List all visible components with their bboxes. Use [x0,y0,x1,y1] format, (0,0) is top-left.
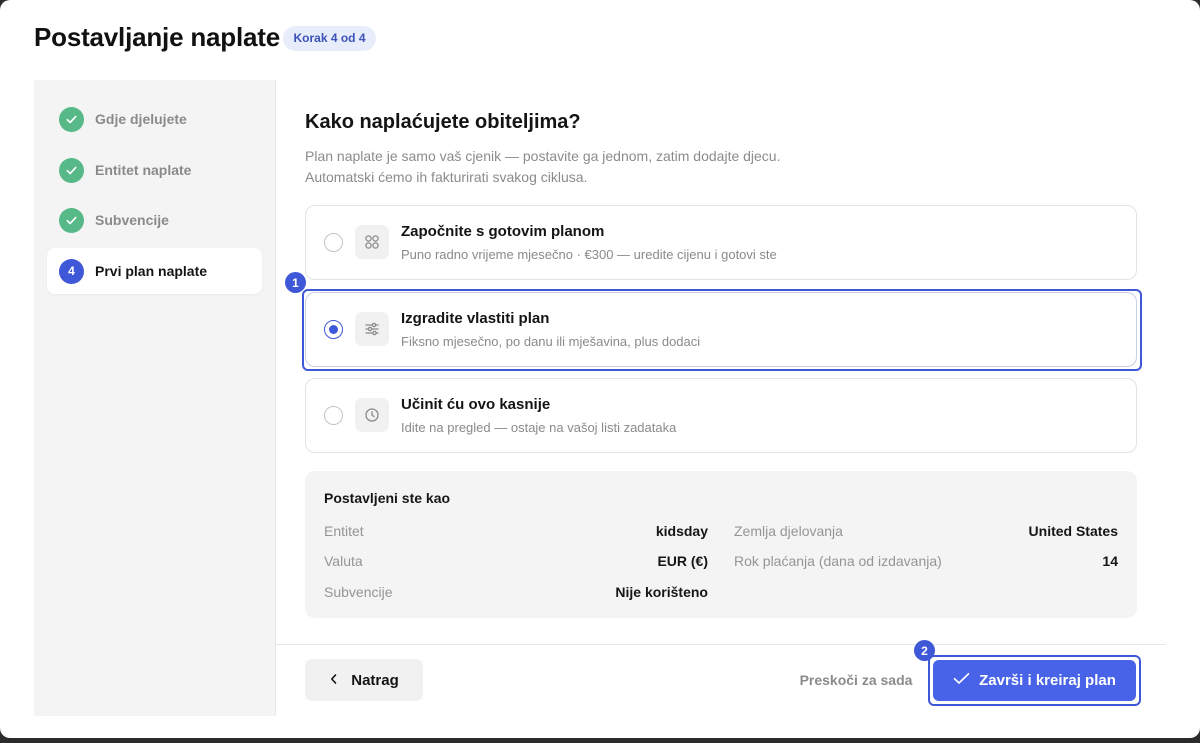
back-button[interactable]: Natrag [305,659,423,701]
check-icon [59,207,84,233]
step-badge: Korak 4 od 4 [283,26,376,51]
check-icon [953,672,970,689]
step-item-subsidies[interactable]: Subvencije [47,197,262,243]
grid-icon [355,225,389,259]
option-ready-plan[interactable]: Započnite s gotovim planom Puno radno vr… [305,205,1137,280]
summary-label-currency: Valuta [324,553,363,569]
option-do-later[interactable]: Učinit ću ovo kasnije Idite na pregled —… [305,378,1137,453]
option-description: Idite na pregled — ostaje na vašoj listi… [401,420,677,435]
back-button-label: Natrag [351,671,399,689]
step-number: 4 [59,258,84,284]
section-subtitle: Plan naplate je samo vaš cjenik — postav… [305,146,865,188]
clock-icon [355,398,389,432]
radio-button[interactable] [324,320,343,339]
option-title: Izgradite vlastiti plan [401,310,550,327]
section-heading: Kako naplaćujete obiteljima? [305,111,581,133]
stepper-sidebar: Gdje djelujete Entitet naplate Subvencij… [34,80,276,716]
subtitle-line: Automatski ćemo ih fakturirati svakog ci… [305,169,588,185]
billing-setup-modal: Postavljanje naplate Korak 4 od 4 Gdje d… [0,0,1200,738]
check-icon [59,106,84,132]
check-icon [59,157,84,183]
step-label: Prvi plan naplate [95,263,208,279]
step-item-billing-entity[interactable]: Entitet naplate [47,147,262,193]
step-item-where-you-operate[interactable]: Gdje djelujete [47,96,262,142]
summary-label-entity: Entitet [324,523,364,539]
summary-value-payment-terms: 14 [1102,553,1118,569]
sliders-icon [355,312,389,346]
skip-for-now-button[interactable]: Preskoči za sada [790,666,922,694]
radio-button[interactable] [324,406,343,425]
finish-button-label: Završi i kreiraj plan [979,672,1116,689]
summary-title: Postavljeni ste kao [324,490,451,506]
finish-and-create-plan-button[interactable]: Završi i kreiraj plan [933,660,1136,701]
footer-divider [276,644,1166,645]
summary-value-country: United States [1028,523,1118,539]
step-item-first-billing-plan[interactable]: 4 Prvi plan naplate [47,248,262,294]
option-title: Učinit ću ovo kasnije [401,396,551,413]
subtitle-line: Plan naplate je samo vaš cjenik — postav… [305,148,781,164]
summary-value-subsidies: Nije korišteno [615,584,708,600]
option-build-own-plan[interactable]: Izgradite vlastiti plan Fiksno mjesečno,… [305,292,1137,367]
annotation-marker-2: 2 [914,640,935,661]
option-title: Započnite s gotovim planom [401,223,605,240]
step-label: Entitet naplate [95,162,192,178]
annotation-marker-1: 1 [285,272,306,293]
summary-value-currency: EUR (€) [657,553,708,569]
setup-summary-panel: Postavljeni ste kao Entitet kidsday Valu… [305,471,1137,618]
summary-value-entity: kidsday [655,523,708,539]
summary-label-country: Zemlja djelovanja [734,523,843,539]
modal-title: Postavljanje naplate [34,22,280,52]
chevron-left-icon [329,672,339,689]
summary-label-payment-terms: Rok plaćanja (dana od izdavanja) [734,553,942,569]
step-label: Gdje djelujete [95,111,187,127]
step-label: Subvencije [95,212,169,228]
summary-label-subsidies: Subvencije [324,584,393,600]
radio-button[interactable] [324,233,343,252]
option-description: Fiksno mjesečno, po danu ili mješavina, … [401,334,701,349]
option-description: Puno radno vrijeme mjesečno · €300 — ure… [401,247,777,262]
